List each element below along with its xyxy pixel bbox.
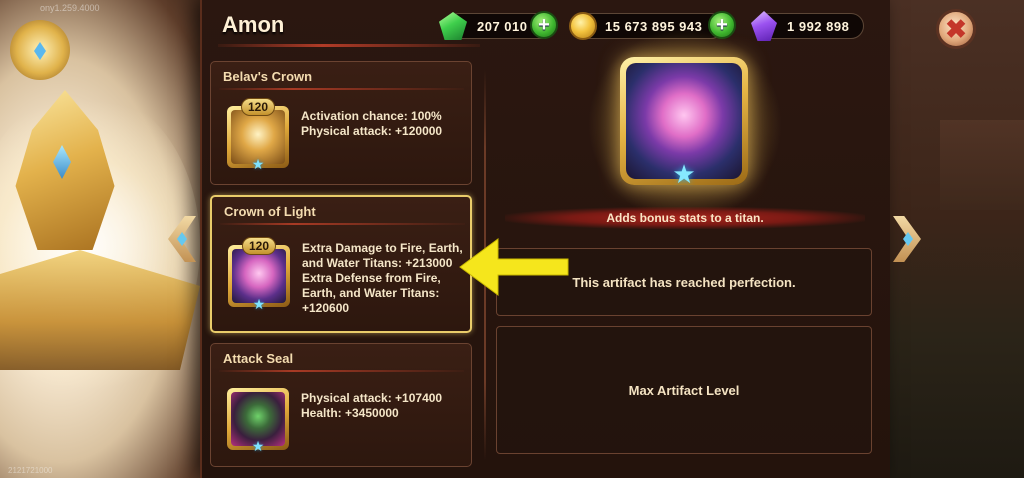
artifact-description: Extra Damage to Fire, Earth, and Water T… [302, 241, 463, 315]
star-icon: ★ [672, 159, 696, 189]
artifact-card-crown-of-light[interactable]: Crown of Light 120 ★ Extra Damage to Fir… [210, 195, 472, 333]
artifact-description: Activation chance: 100% Physical attack:… [301, 109, 443, 138]
artifact-title: Crown of Light [224, 204, 316, 219]
background-house [940, 120, 1024, 210]
titanite-value: 1 992 898 [787, 18, 850, 34]
level-badge: 120 [242, 237, 276, 255]
pointer-arrow-icon [459, 238, 569, 296]
artifact-card-attack-seal[interactable]: Attack Seal ★ Physical attack: +107400 H… [210, 343, 472, 467]
star-icon: ★ [251, 438, 265, 454]
close-button[interactable]: ✖ [936, 9, 976, 49]
plus-icon: + [538, 14, 550, 36]
hero-name-title: Amon [222, 12, 285, 37]
card-divider [219, 88, 464, 90]
max-level-box: Max Artifact Level [496, 326, 872, 454]
artifact-title: Attack Seal [223, 351, 294, 366]
max-level-text: Max Artifact Level [628, 382, 740, 398]
artifact-description: Physical attack: +107400 Health: +345000… [301, 391, 443, 420]
star-icon: ★ [252, 296, 266, 312]
add-emeralds-button[interactable]: + [530, 11, 558, 39]
card-divider [219, 370, 464, 372]
star-icon: ★ [251, 156, 265, 172]
artifact-caption: Adds bonus stats to a titan. [505, 207, 865, 229]
perfection-status-text: This artifact has reached perfection. [572, 274, 796, 290]
close-icon: ✖ [945, 14, 967, 44]
build-text: 2121721000 [8, 466, 53, 475]
level-badge: 120 [241, 98, 275, 116]
version-text: ony1.259.4000 [40, 3, 100, 13]
artifact-card-belavs-crown[interactable]: Belav's Crown 120 ★ Activation chance: 1… [210, 61, 472, 185]
emerald-value: 207 010 [477, 18, 528, 34]
title-divider [218, 44, 480, 47]
card-divider [220, 223, 465, 225]
artifact-title: Belav's Crown [223, 69, 313, 84]
